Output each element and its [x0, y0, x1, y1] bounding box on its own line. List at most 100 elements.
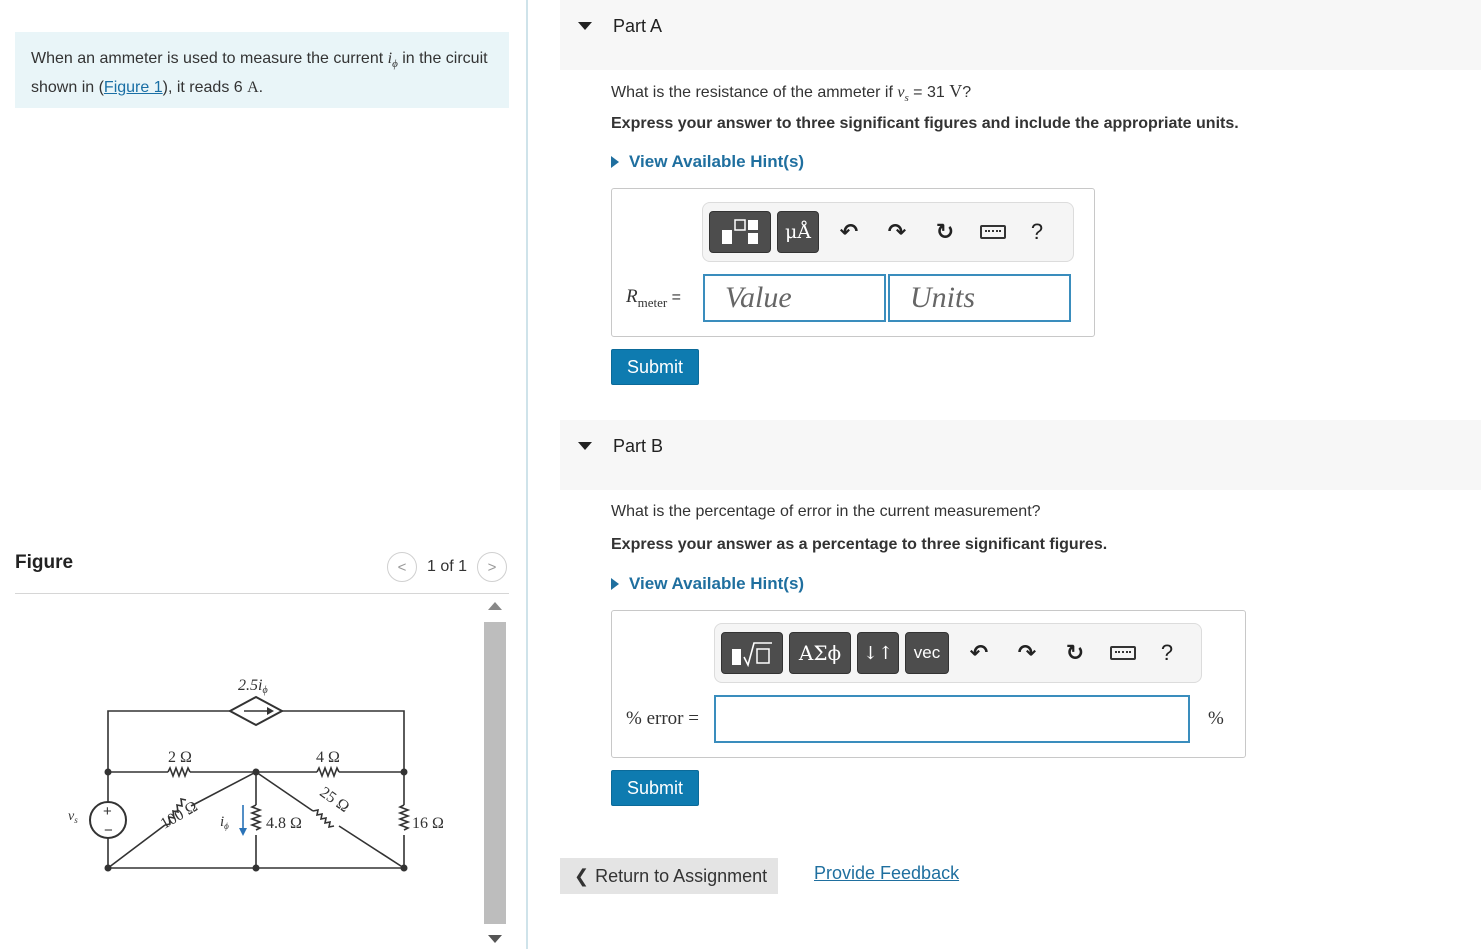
units-button[interactable]: μÅ — [777, 211, 819, 253]
label-r5: 4.8 Ω — [266, 815, 302, 832]
label-dep-source: 2.5iϕ — [238, 677, 268, 696]
panel-divider — [526, 0, 528, 949]
return-label: Return to Assignment — [595, 865, 768, 886]
percent-error-label: % error = — [626, 708, 699, 729]
node — [252, 864, 260, 872]
chevron-left-icon: ❮ — [574, 865, 590, 886]
part-b-submit-button[interactable]: Submit — [611, 770, 699, 806]
scroll-up-arrow-icon[interactable] — [488, 602, 502, 610]
vector-button[interactable]: vec — [905, 632, 949, 674]
label-plus: + — [103, 803, 112, 820]
undo-icon[interactable]: ↶ — [825, 219, 873, 245]
redo-icon[interactable]: ↷ — [1003, 640, 1051, 666]
node — [104, 768, 112, 776]
vec-icon: vec — [913, 643, 941, 662]
part-b-header[interactable]: Part B — [560, 420, 1481, 490]
dep-arrow-head — [267, 707, 274, 715]
collapse-triangle-icon[interactable] — [578, 22, 592, 30]
resistor-2ohm — [167, 765, 191, 779]
keyboard-button[interactable] — [969, 219, 1017, 245]
help-icon[interactable]: ? — [1017, 219, 1057, 245]
next-figure-button[interactable]: > — [477, 552, 507, 582]
templates-button[interactable] — [721, 632, 783, 674]
node — [400, 768, 408, 776]
current-arrow-head — [239, 828, 247, 836]
r-meter-label: Rmeter = — [626, 286, 681, 310]
keyboard-icon — [980, 225, 1006, 239]
chevron-left-icon: < — [397, 558, 407, 576]
redo-icon[interactable]: ↷ — [873, 219, 921, 245]
figure-pager: < 1 of 1 > — [386, 552, 507, 582]
units-icon: μÅ — [784, 221, 812, 243]
resistor-25ohm — [312, 808, 335, 829]
figure-title: Figure — [15, 552, 74, 573]
node — [400, 864, 408, 872]
label-iphi: iϕ — [220, 814, 229, 831]
keyboard-icon — [1110, 646, 1136, 660]
hint-label: View Available Hint(s) — [629, 152, 805, 171]
part-a-instruction: Express your answer to three significant… — [611, 115, 1239, 132]
chevron-right-icon: > — [487, 558, 497, 576]
part-b-hint-toggle[interactable]: View Available Hint(s) — [611, 574, 804, 594]
reset-icon[interactable]: ↻ — [921, 219, 969, 245]
part-a-submit-button[interactable]: Submit — [611, 349, 699, 385]
part-b-question: What is the percentage of error in the c… — [611, 503, 1041, 520]
problem-intro: When an ammeter is used to measure the c… — [15, 32, 509, 108]
part-a-question: What is the resistance of the ammeter if… — [611, 81, 972, 105]
collapse-triangle-icon[interactable] — [578, 442, 592, 450]
wire-top-right — [282, 710, 405, 772]
unit-amps: A — [247, 79, 259, 97]
part-a-header[interactable]: Part A — [560, 0, 1481, 70]
keyboard-button[interactable] — [1099, 640, 1147, 666]
templates-button[interactable] — [709, 211, 771, 253]
intro-text: When an ammeter is used to measure the c… — [31, 50, 388, 67]
node — [252, 768, 260, 776]
prev-figure-button[interactable]: < — [386, 552, 417, 582]
problem-panel: When an ammeter is used to measure the c… — [0, 0, 526, 949]
greek-button[interactable]: ΑΣϕ — [789, 632, 851, 674]
label-minus: − — [104, 822, 113, 839]
intro-text-3: ), it reads 6 — [162, 79, 248, 97]
return-to-assignment-button[interactable]: ❮ Return to Assignment — [560, 858, 778, 894]
scroll-down-arrow-icon[interactable] — [488, 935, 502, 943]
current-symbol: iϕ — [387, 50, 398, 71]
part-b-toolbar: ΑΣϕ ↓↑ vec ↶ ↷ ↻ ? — [714, 623, 1202, 683]
label-r1: 2 Ω — [168, 749, 192, 766]
label-r3: 100 Ω — [158, 798, 201, 833]
percent-error-input[interactable] — [714, 695, 1190, 743]
part-a-label: Part A — [613, 16, 663, 36]
label-r6: 16 Ω — [412, 815, 444, 832]
circuit-diagram: 2.5iϕ 2 Ω 4 Ω 100 Ω 25 Ω 4.8 Ω 16 Ω vs i… — [68, 677, 444, 872]
figure-scrollbar[interactable] — [481, 598, 509, 949]
templates-sqrt-icon — [732, 642, 772, 667]
part-a-answer-box: μÅ ↶ ↷ ↻ ? Rmeter = Value Units — [611, 188, 1095, 337]
value-input[interactable]: Value — [703, 274, 886, 322]
resistor-4ohm — [316, 765, 340, 779]
resistor-4-8ohm — [249, 804, 263, 831]
part-a-hint-toggle[interactable]: View Available Hint(s) — [611, 152, 804, 172]
pager-text: 1 of 1 — [426, 558, 467, 575]
figure-link[interactable]: Figure 1 — [104, 79, 163, 96]
label-r2: 4 Ω — [316, 749, 340, 766]
greek-icon: ΑΣϕ — [798, 641, 842, 665]
units-input[interactable]: Units — [888, 274, 1071, 322]
node — [104, 864, 112, 872]
arrows-button[interactable]: ↓↑ — [857, 632, 899, 674]
figure-area: 2.5iϕ 2 Ω 4 Ω 100 Ω 25 Ω 4.8 Ω 16 Ω vs i… — [15, 598, 509, 949]
part-a-toolbar: μÅ ↶ ↷ ↻ ? — [702, 202, 1074, 262]
help-icon[interactable]: ? — [1147, 640, 1187, 666]
label-r4: 25 Ω — [316, 784, 352, 816]
undo-icon[interactable]: ↶ — [955, 640, 1003, 666]
arrows-icon: ↓↑ — [862, 642, 894, 664]
part-b-instruction: Express your answer as a percentage to t… — [611, 536, 1108, 553]
caret-right-icon — [611, 578, 619, 590]
caret-right-icon — [611, 156, 619, 168]
provide-feedback-link[interactable]: Provide Feedback — [814, 863, 959, 884]
scroll-thumb[interactable] — [484, 622, 506, 924]
reset-icon[interactable]: ↻ — [1051, 640, 1099, 666]
resistor-16ohm — [397, 804, 411, 831]
hint-label: View Available Hint(s) — [629, 574, 805, 593]
part-b-answer-box: ΑΣϕ ↓↑ vec ↶ ↷ ↻ ? % error = % — [611, 610, 1246, 758]
percent-unit: % — [1208, 708, 1224, 729]
templates-icon — [722, 219, 758, 244]
